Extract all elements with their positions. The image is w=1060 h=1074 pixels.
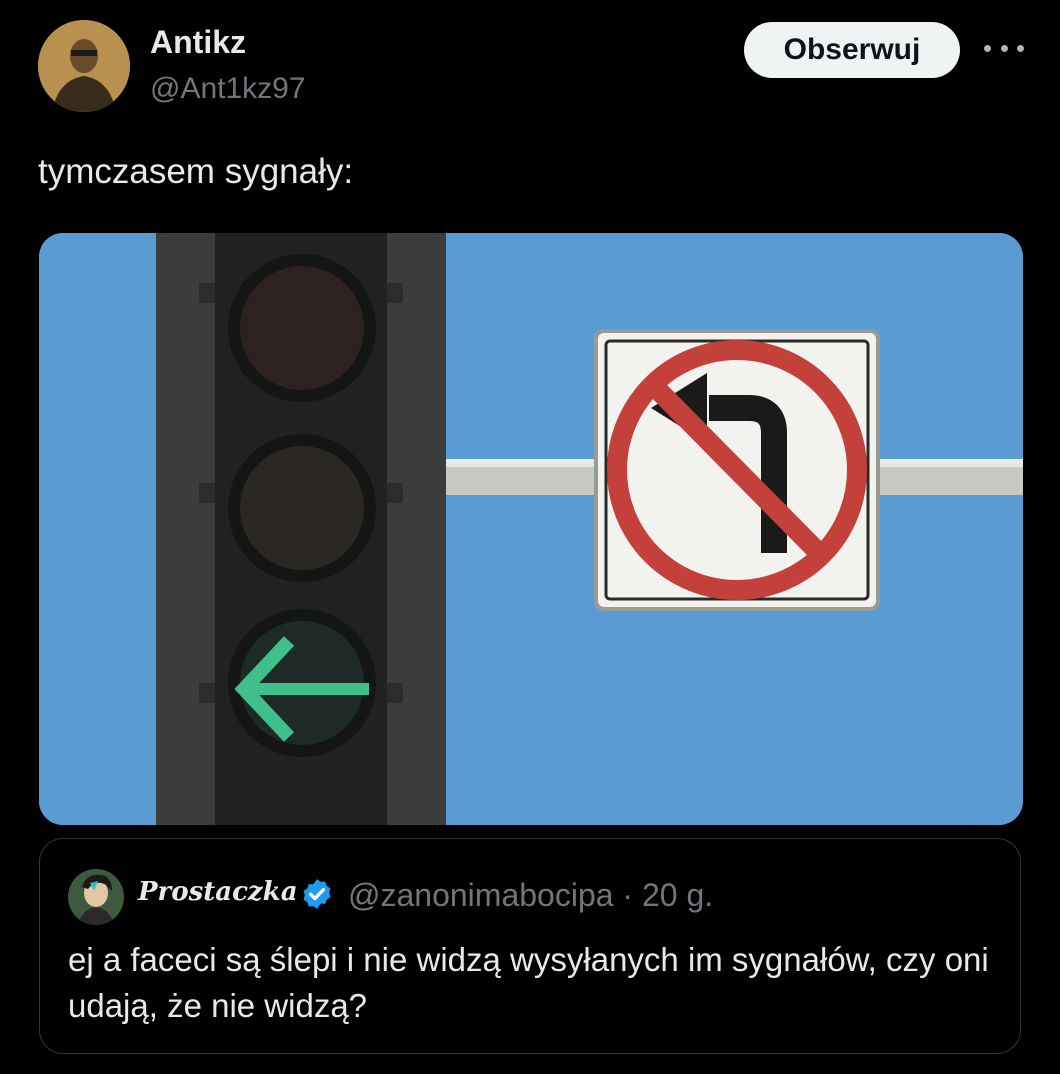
tweet-text: tymczasem sygnały: [38, 152, 354, 191]
ellipsis-icon[interactable] [984, 36, 1024, 60]
quote-author-avatar[interactable] [68, 869, 124, 925]
traffic-light-icon [156, 233, 446, 825]
quote-meta: @zanonimabocipa · 20 g. [348, 877, 713, 914]
dot [984, 44, 991, 52]
quoted-tweet-card[interactable]: Prostaczka @zanonimabocipa · 20 g. ej a … [39, 838, 1021, 1054]
no-left-turn-sign-icon [594, 329, 880, 611]
dot [1000, 44, 1008, 52]
author-display-name[interactable]: Antikz [150, 24, 246, 61]
author-handle[interactable]: @Ant1kz97 [150, 72, 306, 106]
quote-text: ej a faceci są ślepi i nie widzą wysyłan… [68, 941, 989, 1024]
author-avatar[interactable] [38, 20, 130, 112]
dot [1017, 44, 1024, 52]
quote-author-display-name[interactable]: Prostaczka [138, 877, 298, 907]
profile-photo-icon [68, 869, 124, 925]
meta-separator: · [622, 877, 634, 913]
profile-photo-icon [38, 20, 130, 112]
quote-timestamp[interactable]: 20 g. [642, 877, 713, 913]
tweet-media-image[interactable] [39, 233, 1023, 825]
follow-button[interactable]: Obserwuj [744, 22, 960, 78]
traffic-signal-photo [39, 233, 1023, 825]
quote-author-handle[interactable]: @zanonimabocipa [348, 877, 614, 913]
verified-badge-icon [303, 879, 331, 909]
